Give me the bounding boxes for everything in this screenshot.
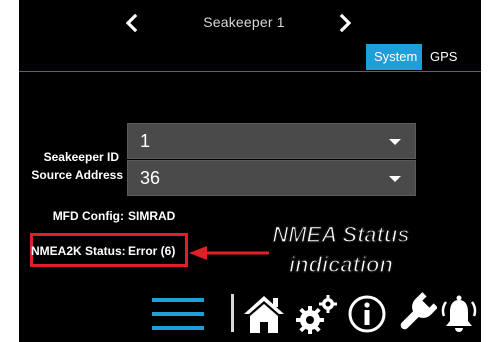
nmea2k-status-label: NMEA2K Status:: [31, 244, 126, 258]
tab-gps[interactable]: GPS: [422, 44, 463, 70]
nmea2k-status-value: Error (6): [128, 244, 176, 258]
source-address-value: 36: [140, 168, 161, 188]
annotation-line1: NMEA Status: [272, 221, 411, 248]
seakeeper-display: Seakeeper 1 System GPS Seakeeper ID 1 So…: [19, 0, 481, 342]
annotation-callout: NMEA Status indication: [251, 220, 431, 280]
tab-system[interactable]: System: [366, 44, 422, 70]
alarm-bell-icon[interactable]: [440, 292, 478, 336]
header: Seakeeper 1: [19, 0, 481, 40]
wrench-icon[interactable]: [395, 292, 437, 336]
header-divider: [19, 71, 481, 72]
source-address-label: Source Address: [31, 168, 123, 182]
mfd-config-label: MFD Config:: [52, 209, 124, 223]
source-address-dropdown[interactable]: 36: [127, 160, 416, 196]
annotation-line2: indication: [288, 251, 393, 278]
tab-bar: System GPS: [366, 44, 463, 70]
home-icon[interactable]: [242, 292, 286, 336]
chevron-right-icon[interactable]: [335, 13, 355, 33]
seakeeper-id-dropdown[interactable]: 1: [127, 123, 416, 159]
info-icon[interactable]: [345, 292, 389, 336]
device-title: Seakeeper 1: [203, 14, 285, 30]
bar-divider: [231, 294, 234, 332]
menu-icon[interactable]: [150, 294, 206, 334]
seakeeper-id-value: 1: [140, 131, 151, 151]
bottom-navigation: [19, 290, 481, 342]
caret-down-icon: [389, 139, 401, 145]
gears-icon[interactable]: [294, 292, 340, 336]
seakeeper-id-label: Seakeeper ID: [43, 150, 119, 164]
mfd-config-value: SIMRAD: [128, 209, 176, 223]
caret-down-icon: [389, 176, 401, 182]
chevron-left-icon[interactable]: [122, 13, 142, 33]
